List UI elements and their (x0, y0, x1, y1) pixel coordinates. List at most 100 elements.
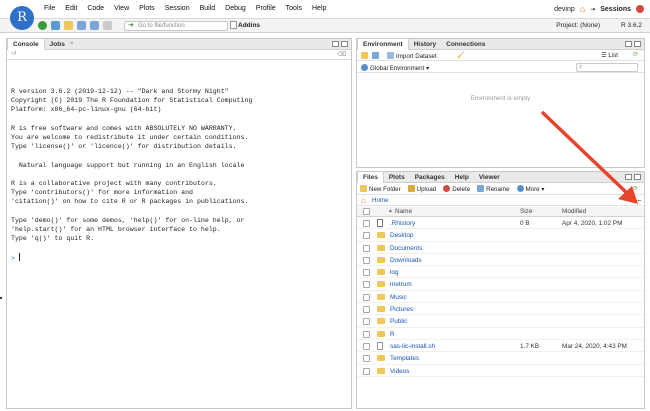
menu-profile[interactable]: Profile (256, 5, 276, 12)
tab-help[interactable]: Help (450, 172, 474, 183)
column-header-size[interactable]: Size (520, 208, 532, 215)
menu-code[interactable]: Code (87, 5, 104, 12)
tab-environment[interactable]: Environment (357, 39, 409, 50)
file-row[interactable]: log (357, 266, 644, 279)
sign-out-icon[interactable]: ⇥ (590, 6, 595, 13)
file-row[interactable]: metrum (357, 278, 644, 291)
file-checkbox[interactable] (363, 281, 370, 289)
more-menu[interactable]: More ▾ (516, 184, 544, 193)
list-view-menu[interactable]: ☰ List (601, 52, 618, 59)
file-name[interactable]: Templates (390, 355, 419, 362)
minimize-icon[interactable] (625, 41, 632, 47)
tab-console[interactable]: Console (7, 39, 45, 50)
file-row[interactable]: sas-lic-install.sh 1.7 KB Mar 24, 2020, 4:… (357, 340, 644, 353)
file-checkbox[interactable] (363, 318, 370, 326)
file-checkbox[interactable] (363, 293, 370, 301)
new-folder-button[interactable]: New Folder (360, 184, 401, 193)
grid-icon[interactable] (230, 21, 237, 29)
file-checkbox[interactable] (363, 355, 370, 363)
file-row[interactable]: Downloads (357, 254, 644, 267)
power-icon[interactable] (636, 5, 644, 13)
tab-jobs[interactable]: Jobs (45, 39, 70, 50)
file-checkbox[interactable] (363, 269, 370, 277)
project-menu[interactable]: Project: (None) (556, 22, 600, 29)
menu-file[interactable]: File (44, 5, 55, 12)
clear-console-icon[interactable]: ⌫ (338, 51, 346, 58)
import-dataset-button[interactable]: Import Dataset (387, 52, 437, 60)
tab-files[interactable]: Files (357, 172, 384, 183)
tab-viewer[interactable]: Viewer (474, 172, 505, 183)
file-checkbox[interactable] (363, 306, 370, 314)
file-name[interactable]: Pictures (390, 306, 413, 313)
scope-selector[interactable]: Global Environment ▾ (361, 64, 429, 72)
refresh-icon[interactable]: ⟳ (633, 51, 638, 58)
file-name[interactable]: log (390, 269, 399, 276)
file-name[interactable]: R (390, 331, 395, 338)
sessions-menu[interactable]: Sessions (600, 6, 631, 13)
file-name[interactable]: .Rhistory (390, 220, 415, 227)
file-name[interactable]: metrum (390, 281, 412, 288)
upload-button[interactable]: Upload (407, 184, 436, 193)
rename-button[interactable]: Rename (477, 184, 510, 193)
menu-tools[interactable]: Tools (286, 5, 302, 12)
print-icon[interactable] (103, 21, 112, 30)
file-row[interactable]: Documents (357, 242, 644, 254)
file-checkbox[interactable] (363, 232, 370, 240)
menu-help[interactable]: Help (312, 5, 326, 12)
file-name[interactable]: Videos (390, 368, 409, 375)
file-row[interactable]: R (357, 328, 644, 340)
tab-plots[interactable]: Plots (384, 172, 410, 183)
file-checkbox[interactable] (363, 367, 370, 375)
r-version-menu[interactable]: R 3.6.2 (621, 22, 642, 29)
minimize-icon[interactable] (625, 174, 632, 180)
file-row[interactable]: Music (357, 291, 644, 304)
console-output[interactable]: R version 3.6.2 (2019-12-12) -- "Dark an… (11, 87, 252, 263)
open-icon[interactable] (361, 52, 368, 59)
menu-debug[interactable]: Debug (225, 5, 246, 12)
home-icon[interactable]: ⌂ (580, 4, 585, 13)
tab-connections[interactable]: Connections (441, 39, 490, 50)
refresh-files-icon[interactable]: ⟳ (633, 185, 638, 192)
new-project-icon[interactable] (51, 21, 60, 30)
file-name[interactable]: Music (390, 294, 407, 301)
column-header-modified[interactable]: Modified (562, 208, 586, 215)
tab-history[interactable]: History (409, 39, 441, 50)
menu-view[interactable]: View (114, 5, 129, 12)
column-header-name[interactable]: Name (395, 208, 412, 215)
menu-build[interactable]: Build (200, 5, 216, 12)
file-row[interactable]: Public (357, 315, 644, 328)
maximize-icon[interactable] (341, 41, 348, 47)
maximize-icon[interactable] (634, 174, 641, 180)
menu-session[interactable]: Session (165, 5, 190, 12)
open-file-icon[interactable] (64, 21, 73, 30)
select-all-checkbox[interactable] (363, 208, 370, 215)
file-checkbox[interactable] (363, 342, 370, 350)
file-name[interactable]: Desktop (390, 232, 413, 239)
breadcrumb-home[interactable]: Home (372, 197, 389, 204)
close-jobs-icon[interactable]: × (70, 39, 74, 49)
file-row[interactable]: Pictures (357, 303, 644, 316)
save-workspace-icon[interactable] (372, 52, 379, 59)
environment-search-input[interactable]: ⌕ (576, 63, 638, 72)
new-file-icon[interactable] (38, 21, 47, 30)
file-checkbox[interactable] (363, 330, 370, 338)
delete-button[interactable]: Delete (443, 184, 470, 193)
more-path-button[interactable]: ... (636, 196, 641, 203)
menu-edit[interactable]: Edit (65, 5, 77, 12)
file-checkbox[interactable] (363, 220, 370, 227)
file-name[interactable]: sas-lic-install.sh (390, 343, 435, 350)
file-name[interactable]: Public (390, 318, 407, 325)
file-row[interactable]: Desktop (357, 229, 644, 242)
file-row[interactable]: .Rhistory 0 B Apr 4, 2020, 1:02 PM (357, 217, 644, 230)
addins-menu[interactable]: Addins (238, 22, 260, 29)
menu-plots[interactable]: Plots (139, 5, 155, 12)
file-name[interactable]: Downloads (390, 257, 422, 264)
tab-packages[interactable]: Packages (410, 172, 450, 183)
goto-file-input[interactable]: ➜ Go to file/function (124, 21, 228, 31)
save-icon[interactable] (77, 21, 86, 30)
maximize-icon[interactable] (634, 41, 641, 47)
file-checkbox[interactable] (363, 244, 370, 252)
minimize-icon[interactable] (332, 41, 339, 47)
file-row[interactable]: Videos (357, 365, 644, 377)
file-checkbox[interactable] (363, 256, 370, 264)
